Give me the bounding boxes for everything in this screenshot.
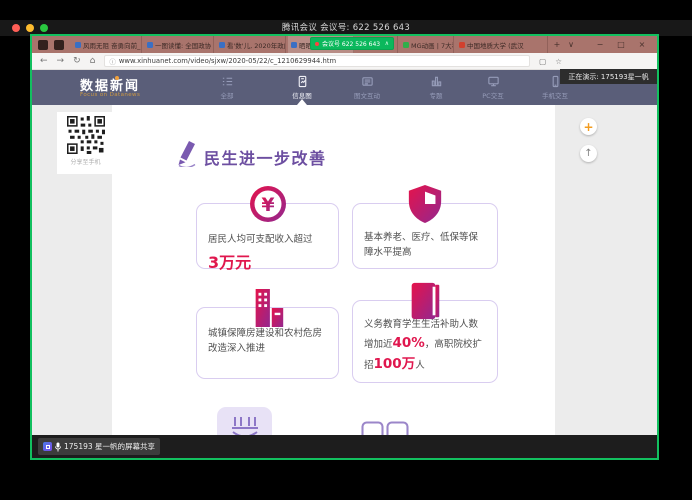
qr-caption: 分享至手机 (57, 157, 114, 166)
building-icon (249, 287, 287, 329)
presenting-tooltip: 正在演示: 175193星一帆 (560, 69, 657, 84)
page-content: 分享至手机 民生进一步改善 ¥ 居民人均可支配收入超过 3万元 (32, 105, 657, 435)
card-highlight: 100万 (374, 356, 416, 372)
shared-screen: 风雨无阻 奋勇向前_I 一图读懂: 全国政协 看'数'儿, 2020年政府 晒晒… (32, 36, 657, 458)
card-text: 义务教育学生生活补助人数增加近40%，高职院校扩招100万人 (364, 318, 486, 375)
pinned-tab-1-icon[interactable] (38, 40, 48, 50)
meeting-app-icon (43, 442, 52, 451)
meeting-titlebar: 腾讯会议 会议号: 622 526 643 (0, 20, 692, 36)
recording-dot-icon (315, 42, 319, 46)
tab-label: 中国地质大学 (武汉 (467, 40, 524, 50)
browser-tab[interactable]: MG动画 | 7大看点! (400, 36, 454, 53)
tab-menu-button[interactable]: ∨ (564, 36, 578, 53)
home-button[interactable]: ⌂ (90, 53, 96, 70)
qr-code (67, 116, 105, 154)
section-heading: 民生进一步改善 (204, 145, 327, 169)
stat-card-social-security: 基本养老、医疗、低保等保障水平提高 (352, 203, 498, 269)
tab-label: MG动画 | 7大看点! (411, 40, 454, 50)
card-text: 城镇保障房建设和农村危房改造深入推进 (208, 327, 327, 356)
expand-icon: ∧ (385, 40, 389, 47)
meeting-window-title: 腾讯会议 会议号: 622 526 643 (0, 20, 692, 36)
browser-urlbar: ← → ↻ ⌂ ⓘ www.xinhuanet.com/video/sjxw/2… (32, 53, 657, 70)
newspaper-icon (361, 75, 374, 88)
new-tab-button[interactable]: + (550, 36, 564, 53)
maximize-button[interactable]: □ (614, 36, 628, 53)
card-highlight: 3万元 (208, 249, 327, 273)
zoom-in-fab[interactable]: + (580, 118, 597, 135)
tab-favicon (291, 42, 297, 48)
nav-item-article[interactable]: 图文互动 (337, 75, 397, 100)
browser-tab[interactable]: 中国地质大学 (武汉 (456, 36, 548, 53)
stat-card-housing: 城镇保障房建设和农村危房改造深入推进 (196, 307, 339, 379)
partial-next-card (217, 407, 272, 435)
stat-card-income: ¥ 居民人均可支配收入超过 3万元 (196, 203, 339, 269)
nav-label: 手机交互 (525, 90, 585, 100)
back-button[interactable]: ← (40, 53, 48, 70)
browser-tab[interactable]: 一图读懂: 全国政协 (144, 36, 214, 53)
card-text: 基本养老、医疗、低保等保障水平提高 (364, 231, 486, 260)
forward-button[interactable]: → (57, 53, 65, 70)
share-badge-label: 175193 星一帆的屏幕共享 (64, 441, 155, 452)
nav-item-pc-interactive[interactable]: PC交互 (463, 75, 523, 100)
address-bar[interactable]: ⓘ www.xinhuanet.com/video/sjxw/2020-05/2… (104, 55, 530, 67)
meeting-floating-bar[interactable]: 会议号 622 526 643 ∧ (310, 37, 394, 50)
card-highlight: 40% (393, 335, 425, 351)
windows-taskbar: 175193 星一帆的屏幕共享 e P ∧ ▭ ⚠ ◁ 中 ▦ 19:25 20… (32, 435, 657, 458)
open-book-icon (360, 420, 410, 435)
browser-tab[interactable]: 看'数'儿, 2020年政府 (216, 36, 286, 53)
site-logo-subtitle: Focus on Datanews (80, 92, 140, 98)
tab-favicon (403, 42, 409, 48)
qr-share-panel: 分享至手机 (57, 112, 114, 174)
logo-accent-dot (115, 76, 119, 80)
nav-item-topics[interactable]: 专题 (406, 75, 466, 100)
nav-label: 专题 (406, 90, 466, 100)
minimize-button[interactable]: − (593, 36, 607, 53)
tab-label: 风雨无阻 奋勇向前_I (83, 40, 142, 50)
monitor-icon (487, 75, 500, 88)
columns-icon (430, 75, 443, 88)
close-button[interactable]: × (635, 36, 649, 53)
tab-favicon (459, 42, 465, 48)
screen-share-badge[interactable]: 175193 星一帆的屏幕共享 (38, 438, 160, 455)
scroll-top-fab[interactable]: ↑ (580, 145, 597, 162)
infographic-icon (296, 75, 309, 88)
nav-label: PC交互 (463, 90, 523, 100)
tab-label: 一图读懂: 全国政协 (155, 40, 211, 50)
svg-text:¥: ¥ (261, 194, 274, 216)
nav-item-infographic[interactable]: 信息图 (272, 75, 332, 100)
meeting-id-label: 会议号 622 526 643 (322, 39, 380, 48)
book-icon (405, 280, 445, 322)
browser-tab[interactable]: 风雨无阻 奋勇向前_I (72, 36, 142, 53)
pinned-tab-2-icon[interactable] (54, 40, 64, 50)
browser-tabbar: 风雨无阻 奋勇向前_I 一图读懂: 全国政协 看'数'儿, 2020年政府 晒晒… (32, 36, 657, 53)
tab-label: 看'数'儿, 2020年政府 (227, 40, 286, 50)
pencil-icon (176, 139, 200, 167)
page-info-icon[interactable]: ⓘ (109, 56, 116, 66)
tab-favicon (147, 42, 153, 48)
tab-favicon (219, 42, 225, 48)
stat-card-education: 义务教育学生生活补助人数增加近40%，高职院校扩招100万人 (352, 300, 498, 383)
refresh-button[interactable]: ↻ (73, 53, 81, 70)
card-text: 居民人均可支配收入超过 (208, 233, 327, 248)
yuan-coin-icon: ¥ (248, 183, 288, 225)
address-text: www.xinhuanet.com/video/sjxw/2020-05/22/… (119, 57, 336, 65)
nav-label: 全部 (197, 90, 257, 100)
nav-label: 图文互动 (337, 90, 397, 100)
partial-icon (225, 414, 265, 435)
tab-favicon (75, 42, 81, 48)
shield-icon (406, 183, 444, 225)
list-icon (221, 75, 234, 88)
nav-item-all[interactable]: 全部 (197, 75, 257, 100)
favorites-star-icon[interactable]: ☆ (555, 57, 562, 66)
reading-view-icon[interactable]: ▢ (539, 57, 546, 66)
screenshot-root: 腾讯会议 会议号: 622 526 643 风雨无阻 奋勇向前_I 一图读懂: … (0, 0, 692, 500)
microphone-icon (55, 442, 61, 452)
